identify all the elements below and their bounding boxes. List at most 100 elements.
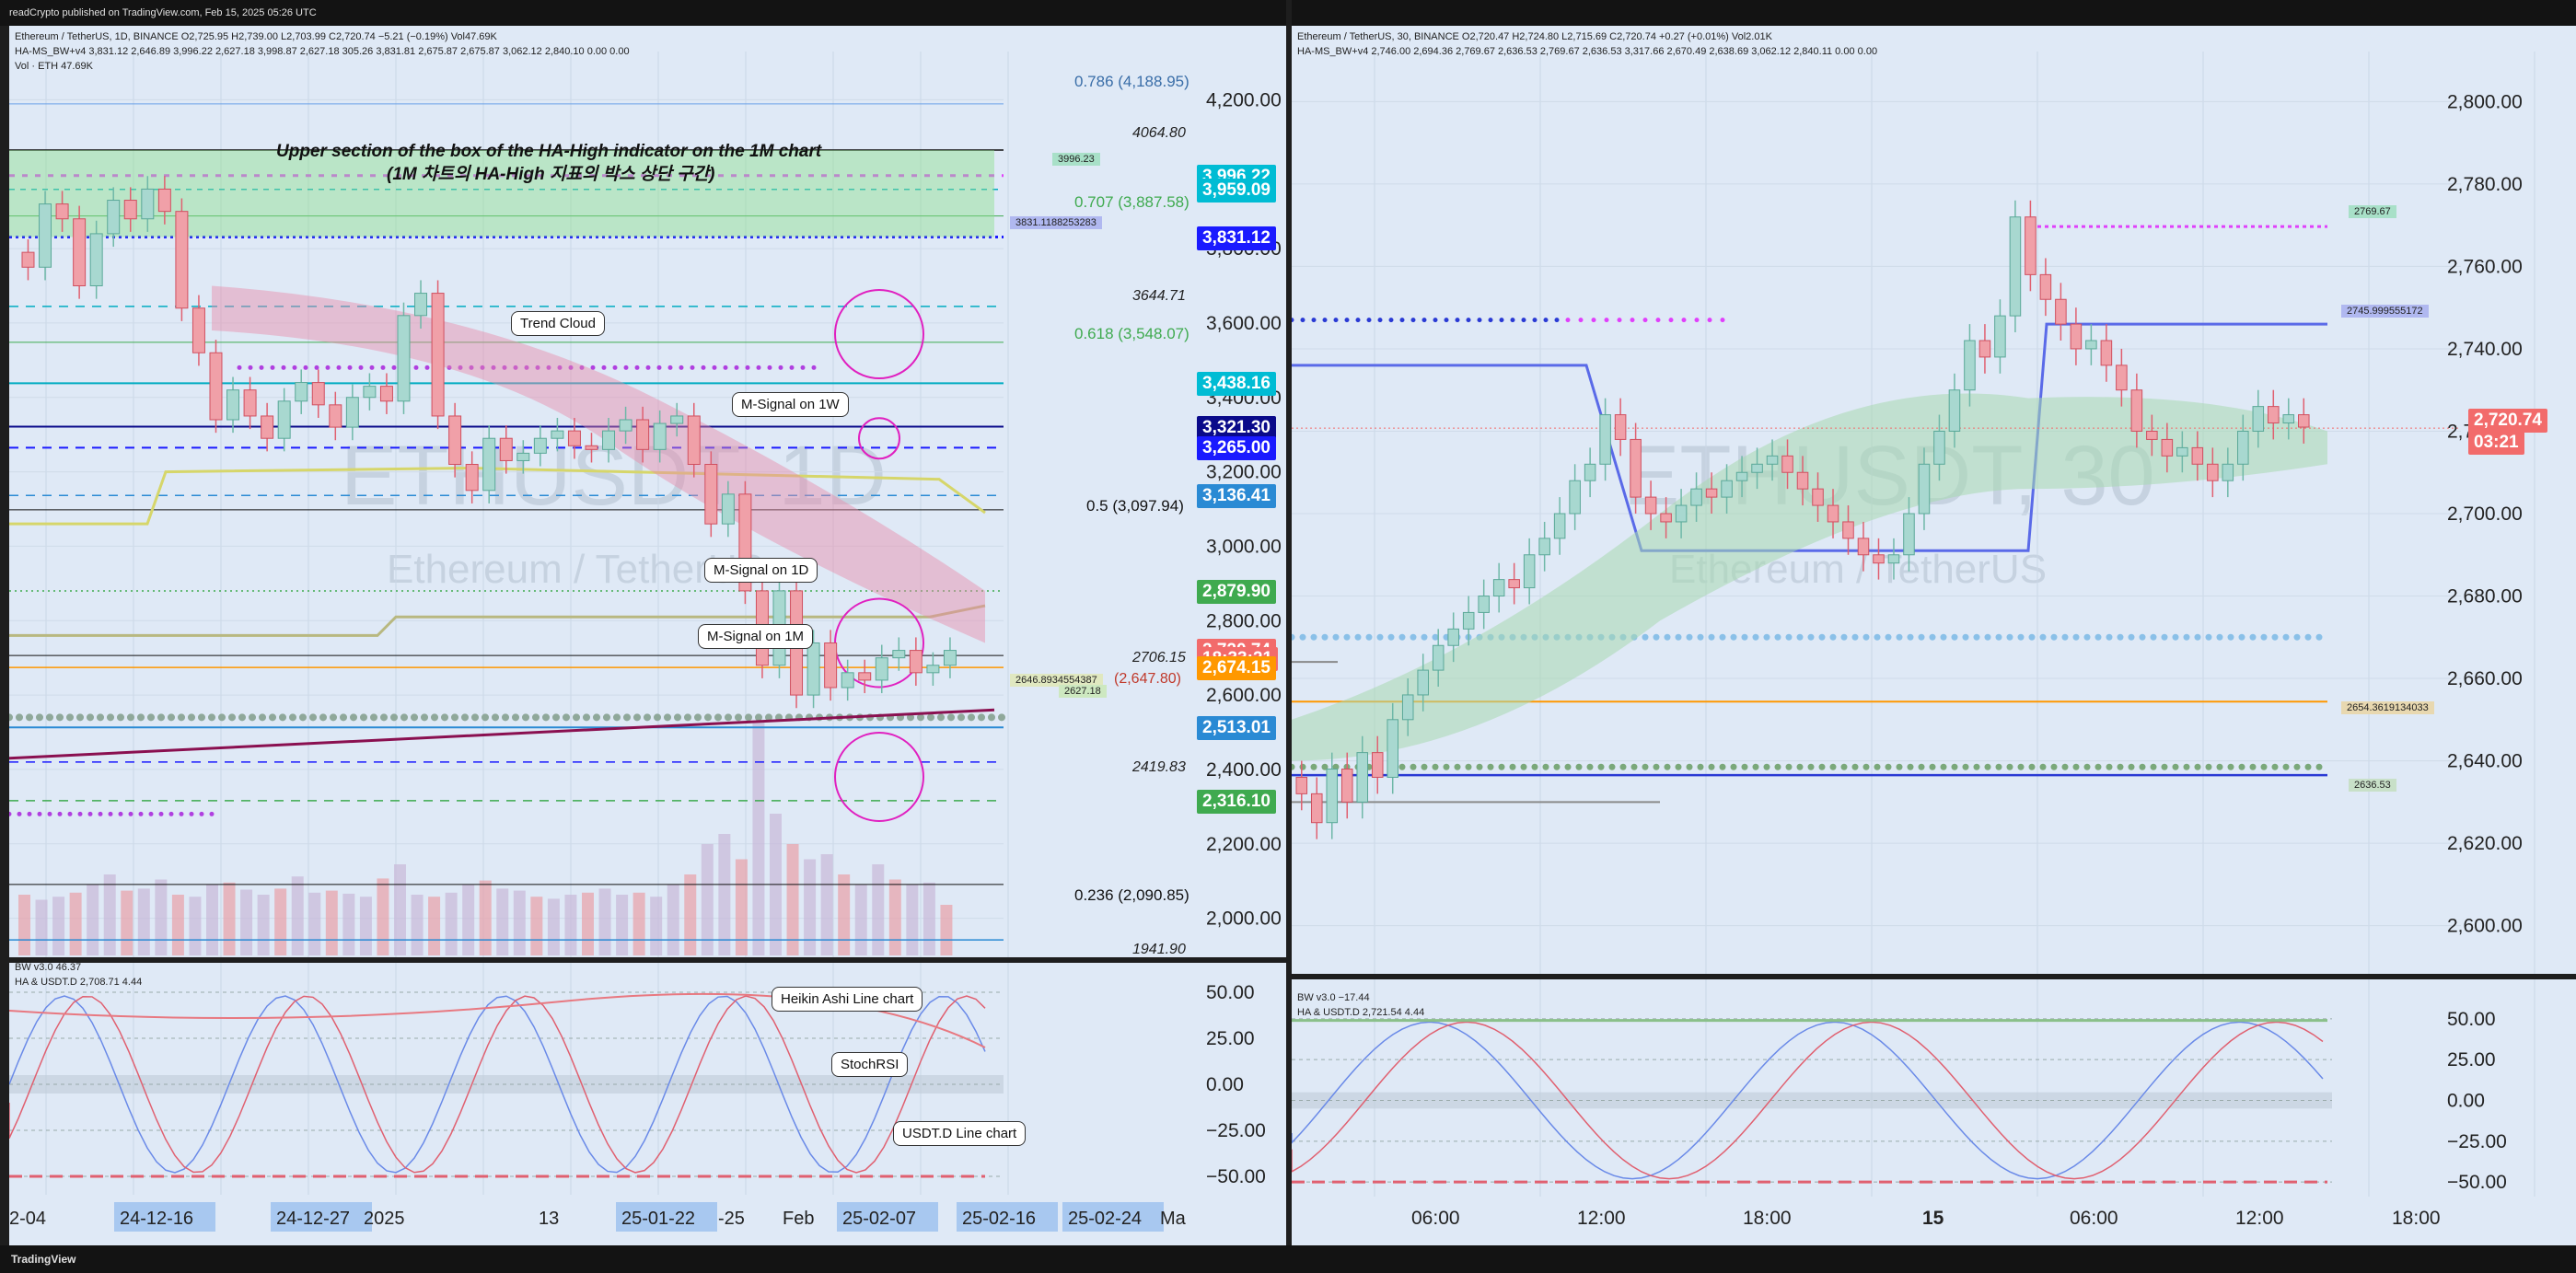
candle-body bbox=[1948, 389, 1961, 432]
support-dot bbox=[259, 713, 266, 722]
signal-dot bbox=[77, 811, 83, 816]
support-dot bbox=[2238, 633, 2245, 641]
support-dot bbox=[1918, 633, 1925, 641]
candle-body bbox=[721, 493, 735, 525]
support-dot bbox=[1763, 633, 1770, 641]
support-dot bbox=[2139, 633, 2146, 641]
volume-bar bbox=[18, 895, 30, 955]
signal-dot bbox=[789, 365, 795, 370]
support-dot bbox=[1951, 633, 1958, 641]
support-dot bbox=[400, 713, 408, 722]
candle-body bbox=[107, 200, 121, 235]
signal-dot bbox=[1344, 318, 1350, 323]
support-dot bbox=[1299, 633, 1306, 641]
y-tick-label: 3,600.00 bbox=[1206, 313, 1282, 334]
left-x-axis: 2-04 24-12-16 24-12-27 2025 13 25-01-22 -25 Feb… bbox=[9, 1195, 1286, 1245]
volume-bar bbox=[69, 892, 82, 955]
support-dot bbox=[1520, 763, 1527, 770]
header-text: readCrypto published on TradingView.com,… bbox=[9, 7, 317, 18]
x-tick-label: 18:00 bbox=[2392, 1208, 2441, 1229]
support-dot bbox=[1575, 763, 1583, 770]
fib-0618: 0.618 (3,548.07) bbox=[1074, 325, 1189, 342]
candle-body bbox=[909, 650, 922, 674]
candle-body bbox=[209, 352, 223, 421]
support-dot bbox=[1597, 763, 1605, 770]
signal-dot bbox=[1388, 318, 1394, 323]
signal-dot bbox=[336, 365, 342, 370]
tag-2636: 2636.53 bbox=[2349, 779, 2396, 792]
support-dot bbox=[1531, 763, 1538, 770]
support-dot bbox=[107, 713, 114, 722]
candle-body bbox=[1492, 579, 1505, 597]
volume-bar bbox=[786, 844, 799, 955]
signal-dot bbox=[1499, 318, 1504, 323]
candle-body bbox=[1735, 471, 1748, 481]
signal-dot bbox=[199, 811, 204, 816]
support-dot bbox=[1299, 763, 1306, 770]
support-dot bbox=[2039, 633, 2047, 641]
support-dot bbox=[1851, 633, 1859, 641]
support-dot bbox=[1292, 763, 1295, 770]
signal-dot bbox=[138, 811, 144, 816]
support-dot bbox=[2083, 633, 2091, 641]
support-dot bbox=[76, 713, 84, 722]
support-dot bbox=[735, 713, 742, 722]
support-dot bbox=[2150, 633, 2157, 641]
price-tag: 3,438.16 bbox=[1197, 372, 1276, 397]
support-dot bbox=[512, 713, 519, 722]
signal-dot bbox=[67, 811, 73, 816]
note-stochrsi: StochRSI bbox=[831, 1052, 909, 1077]
right-osc-legend-1: BW v3.0 −17.44 bbox=[1297, 992, 1370, 1003]
left-chart-panel[interactable]: ETHUSDT, 1D Ethereum / TetherUS 50.00 25.… bbox=[9, 26, 1286, 1245]
signal-dot bbox=[1444, 318, 1449, 323]
support-dot bbox=[360, 713, 367, 722]
support-dot bbox=[1686, 633, 1693, 641]
box-title-en: Upper section of the box of the HA-High … bbox=[276, 142, 822, 161]
osc-tick-label: 50.00 bbox=[1206, 982, 1255, 1003]
support-dot bbox=[2161, 633, 2168, 641]
candle-body bbox=[619, 419, 632, 432]
support-dot bbox=[1321, 633, 1329, 641]
support-dot bbox=[1752, 633, 1759, 641]
signal-dot bbox=[1292, 318, 1294, 323]
support-dot bbox=[2050, 763, 2058, 770]
support-dot bbox=[1851, 763, 1859, 770]
support-dot bbox=[1862, 633, 1870, 641]
candle-body bbox=[1553, 513, 1566, 539]
signal-dot bbox=[17, 811, 22, 816]
support-dot bbox=[2304, 763, 2312, 770]
candle-body bbox=[2039, 273, 2052, 300]
signal-dot bbox=[303, 365, 308, 370]
support-dot bbox=[178, 713, 185, 722]
support-dot bbox=[937, 713, 945, 722]
support-dot bbox=[1292, 633, 1295, 641]
y-tick-label: 3,200.00 bbox=[1206, 462, 1282, 483]
support-dot bbox=[2227, 633, 2234, 641]
support-dot bbox=[1675, 763, 1682, 770]
y-tick-label: 2,620.00 bbox=[2447, 833, 2523, 854]
support-dot bbox=[1907, 763, 1914, 770]
volume-bar bbox=[616, 895, 629, 955]
candle-body bbox=[2252, 406, 2265, 432]
volume-bar bbox=[718, 834, 731, 955]
x-tick-label: 18:00 bbox=[1743, 1208, 1792, 1229]
candle-body bbox=[2009, 216, 2022, 317]
candle-body bbox=[345, 397, 359, 428]
support-dot bbox=[411, 713, 418, 722]
trend-line bbox=[9, 708, 995, 760]
support-dot bbox=[1675, 633, 1682, 641]
support-dot bbox=[2050, 633, 2058, 641]
support-dot bbox=[1840, 633, 1848, 641]
signal-dot bbox=[347, 365, 353, 370]
candle-body bbox=[465, 464, 479, 492]
support-dot bbox=[1840, 763, 1848, 770]
right-chart-panel[interactable]: ETHUSDT, 30 Ethereum / TetherUS 50.0025.… bbox=[1292, 26, 2576, 1245]
volume-bar bbox=[513, 890, 526, 955]
support-dot bbox=[1741, 633, 1748, 641]
support-dot bbox=[1454, 763, 1461, 770]
osc-tick-label: −25.00 bbox=[2447, 1131, 2507, 1152]
right-y-axis: 2,800.002,780.002,760.002,740.002,720.00… bbox=[2447, 91, 2523, 936]
candle-body bbox=[1310, 793, 1323, 824]
signal-dot bbox=[27, 811, 32, 816]
signal-dot bbox=[800, 365, 806, 370]
